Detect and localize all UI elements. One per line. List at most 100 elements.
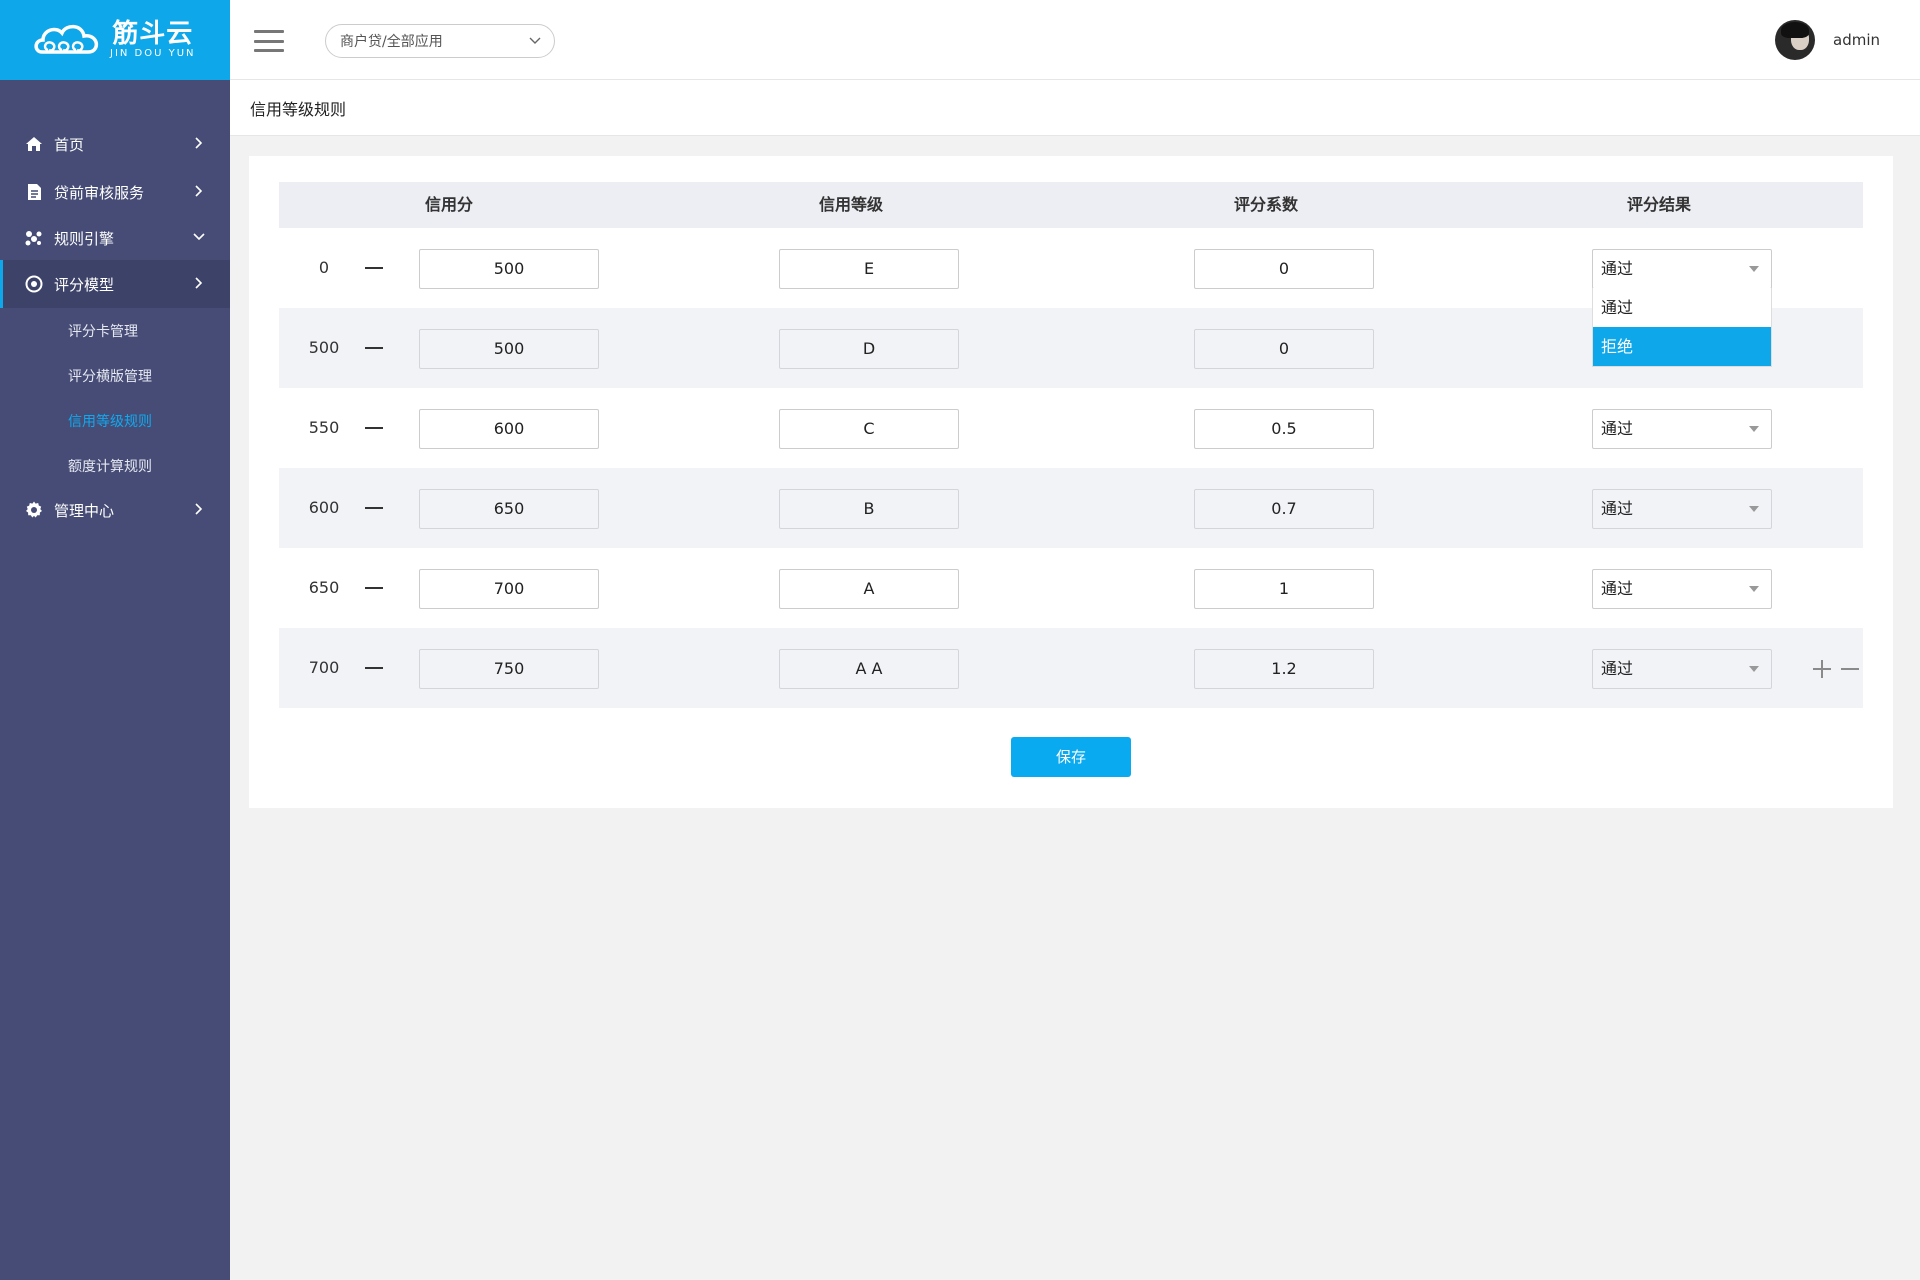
add-row-icon[interactable] [1811,658,1833,680]
range-dash [363,498,387,518]
score-upper-input[interactable]: 600 [419,409,599,449]
range-dash [363,258,387,278]
dropdown-option-pass[interactable]: 通过 [1593,288,1771,327]
save-button[interactable]: 保存 [1011,737,1131,777]
username: admin [1833,31,1880,49]
score-upper-input[interactable]: 650 [419,489,599,529]
table-row: 650 700 A 1 通过 [279,548,1863,628]
column-header-credit-grade: 信用等级 [818,195,883,214]
range-dash [363,658,387,678]
dropdown-option-reject[interactable]: 拒绝 [1593,327,1771,366]
caret-down-icon [1749,586,1759,592]
sidebar-item-admin-center[interactable]: 管理中心 [0,488,230,532]
score-upper-input[interactable]: 700 [419,569,599,609]
result-select-value: 通过 [1601,579,1634,598]
result-select[interactable]: 通过 [1592,569,1772,609]
result-select[interactable]: 通过 [1592,649,1772,689]
result-select[interactable]: 通过 [1592,249,1772,289]
grade-input[interactable]: E [779,249,959,289]
caret-down-icon [1749,266,1759,272]
score-lower-bound: 650 [308,578,340,597]
top-header: 商户贷/全部应用 admin [230,0,1920,80]
credit-rules-card: 信用分 信用等级 评分系数 评分结果 0 500 E 0 通过 500 500 … [249,156,1893,808]
score-lower-bound: 0 [318,258,330,277]
grade-input[interactable]: C [779,409,959,449]
sidebar-item-scoring-model[interactable]: 评分模型 [0,260,230,308]
logo-subtitle: JIN DOU YUN [110,48,196,59]
grade-input[interactable]: A A [779,649,959,689]
result-select-value: 通过 [1601,499,1634,518]
coefficient-input[interactable]: 1.2 [1194,649,1374,689]
score-upper-input[interactable]: 750 [419,649,599,689]
score-upper-input[interactable]: 500 [419,329,599,369]
coefficient-input[interactable]: 1 [1194,569,1374,609]
cloud-logo-icon [34,24,99,54]
sidebar-nav: 首页 贷前审核服务 规则引擎 评分模型 评分卡管理 评分横版管理 信用等级规则 … [0,120,230,532]
app-select[interactable]: 商户贷/全部应用 [325,24,555,58]
logo-text: 筋斗云 JIN DOU YUN [110,20,196,60]
range-dash [363,338,387,358]
table-row: 700 750 A A 1.2 通过 [279,628,1863,708]
document-icon [24,182,44,202]
row-actions [1811,658,1867,680]
gear-icon [24,500,44,520]
column-header-credit-score: 信用分 [424,195,473,214]
caret-down-icon [1749,506,1759,512]
result-select[interactable]: 通过 [1592,409,1772,449]
range-dash [363,418,387,438]
remove-row-icon[interactable] [1839,658,1861,680]
table-row: 550 600 C 0.5 通过 [279,388,1863,468]
app-select-value: 商户贷/全部应用 [340,34,443,50]
menu-toggle-icon[interactable] [254,30,284,52]
logo-title: 筋斗云 [112,19,194,49]
score-lower-bound: 550 [308,418,340,437]
sidebar-item-label: 首页 [54,135,85,154]
sidebar: 筋斗云 JIN DOU YUN 首页 贷前审核服务 规则引擎 评分模型 评分卡管… [0,0,230,1280]
score-lower-bound: 500 [308,338,340,357]
user-menu[interactable]: admin [1775,20,1880,60]
chevron-down-icon [190,228,208,246]
chevron-right-icon [190,274,208,292]
sidebar-item-label: 评分模型 [54,275,115,294]
sidebar-item-label: 规则引擎 [54,229,115,248]
coefficient-input[interactable]: 0.5 [1194,409,1374,449]
sidebar-subitem-quota-rules[interactable]: 额度计算规则 [0,443,230,488]
page-title: 信用等级规则 [230,80,1920,136]
coefficient-input[interactable]: 0 [1194,249,1374,289]
score-lower-bound: 700 [308,658,340,677]
result-dropdown-menu: 通过 拒绝 [1592,288,1772,367]
target-icon [24,274,44,294]
column-header-score-coefficient: 评分系数 [1233,195,1298,214]
score-upper-input[interactable]: 500 [419,249,599,289]
chevron-right-icon [190,500,208,518]
coefficient-input[interactable]: 0 [1194,329,1374,369]
sidebar-item-rules-engine[interactable]: 规则引擎 [0,216,230,260]
avatar [1775,20,1815,60]
caret-down-icon [1749,426,1759,432]
sidebar-item-pre-loan[interactable]: 贷前审核服务 [0,168,230,216]
result-select[interactable]: 通过 [1592,489,1772,529]
sidebar-subitem-scorecard[interactable]: 评分卡管理 [0,308,230,353]
sidebar-item-label: 管理中心 [54,501,115,520]
chevron-down-icon [528,33,542,51]
grade-input[interactable]: B [779,489,959,529]
table-header: 信用分 信用等级 评分系数 评分结果 [279,182,1863,228]
sidebar-subitem-credit-rules[interactable]: 信用等级规则 [0,398,230,443]
column-header-score-result: 评分结果 [1626,195,1691,214]
logo[interactable]: 筋斗云 JIN DOU YUN [0,0,230,80]
grade-input[interactable]: A [779,569,959,609]
result-select-value: 通过 [1601,659,1634,678]
score-lower-bound: 600 [308,498,340,517]
grade-input[interactable]: D [779,329,959,369]
table-row: 600 650 B 0.7 通过 [279,468,1863,548]
sidebar-item-home[interactable]: 首页 [0,120,230,168]
home-icon [24,134,44,154]
caret-down-icon [1749,666,1759,672]
chevron-right-icon [190,182,208,200]
range-dash [363,578,387,598]
coefficient-input[interactable]: 0.7 [1194,489,1374,529]
sidebar-item-label: 贷前审核服务 [54,183,145,202]
sidebar-subitem-template[interactable]: 评分横版管理 [0,353,230,398]
rules-engine-icon [24,228,44,248]
result-select-value: 通过 [1601,419,1634,438]
